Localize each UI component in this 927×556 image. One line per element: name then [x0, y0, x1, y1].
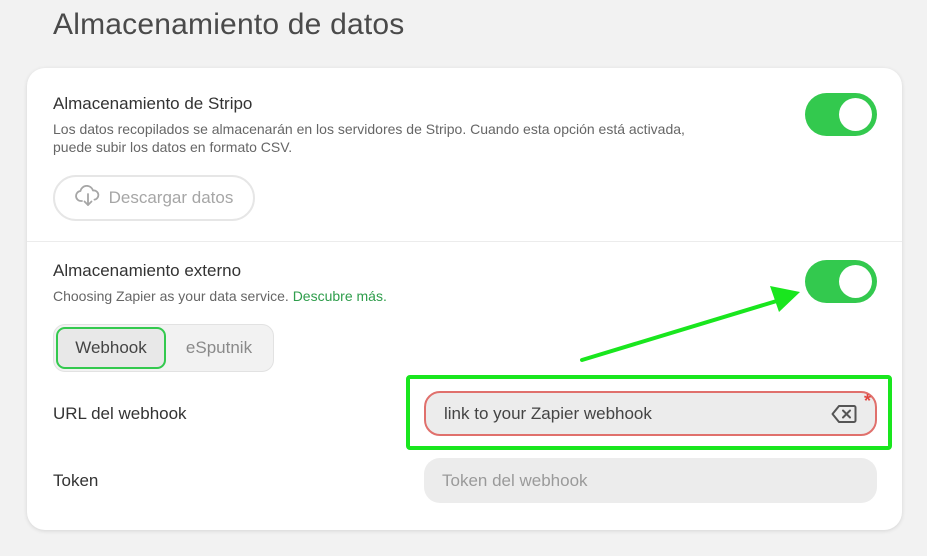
token-label: Token [53, 471, 99, 490]
toggle-knob [839, 98, 872, 131]
annotation-highlight-box [406, 375, 892, 450]
toggle-knob [839, 265, 872, 298]
storage-provider-tabs: Webhook eSputnik [53, 324, 274, 372]
section-divider [27, 241, 902, 242]
tab-esputnik[interactable]: eSputnik [169, 327, 269, 369]
stripo-storage-description: Los datos recopilados se almacenarán en … [53, 120, 685, 156]
learn-more-link[interactable]: Descubre más. [293, 288, 387, 304]
webhook-url-label: URL del webhook [53, 404, 187, 423]
cloud-download-icon [74, 184, 101, 212]
stripo-storage-toggle[interactable] [805, 93, 877, 136]
stripo-storage-title: Almacenamiento de Stripo [53, 94, 253, 113]
external-storage-description-text: Choosing Zapier as your data service. [53, 288, 289, 304]
stripo-storage-description-line1: Los datos recopilados se almacenarán en … [53, 121, 685, 137]
external-storage-description: Choosing Zapier as your data service. De… [53, 287, 387, 305]
download-data-button[interactable]: Descargar datos [53, 175, 255, 221]
page-title: Almacenamiento de datos [53, 8, 405, 41]
stripo-storage-description-line2: puede subir los datos en formato CSV. [53, 139, 293, 155]
external-storage-toggle[interactable] [805, 260, 877, 303]
token-placeholder: Token del webhook [442, 470, 588, 490]
external-storage-title: Almacenamiento externo [53, 261, 242, 280]
download-data-label: Descargar datos [108, 188, 234, 207]
data-storage-card: Almacenamiento de Stripo Los datos recop… [27, 68, 902, 530]
token-input[interactable]: Token del webhook [424, 458, 877, 503]
tab-webhook[interactable]: Webhook [56, 327, 166, 369]
